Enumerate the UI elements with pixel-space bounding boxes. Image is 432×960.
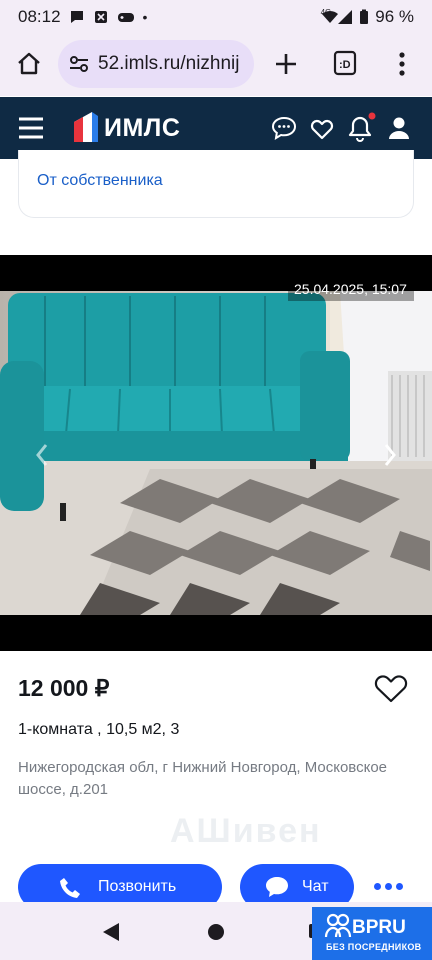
network-type: 4G xyxy=(320,7,332,17)
battery-icon xyxy=(360,9,369,24)
room-details: 1-комната , 10,5 м2, 3 xyxy=(18,721,180,738)
back-icon[interactable] xyxy=(102,922,120,942)
dot-icon xyxy=(385,882,392,890)
profile-user-icon[interactable] xyxy=(388,116,410,140)
watermark: АШивен xyxy=(170,812,322,850)
photo-date: 25.04.2025, 15:07 xyxy=(288,279,414,301)
owner-link[interactable]: От собственника xyxy=(37,172,163,190)
site-settings-icon[interactable] xyxy=(68,53,90,75)
bpru-title: BPRU xyxy=(352,917,406,938)
notifications-bell-icon[interactable] xyxy=(348,112,376,142)
logo-text[interactable]: ИМЛС xyxy=(104,114,180,143)
status-right: 4G 96 % xyxy=(321,7,414,27)
status-notification-icons: • xyxy=(69,9,148,25)
status-time: 08:12 xyxy=(18,7,61,26)
photo-gallery[interactable]: 25.04.2025, 15:07 xyxy=(0,255,432,651)
people-icon xyxy=(324,913,352,938)
url-text[interactable]: 52.imls.ru/nizhnij xyxy=(98,53,240,75)
more-menu-icon[interactable] xyxy=(398,51,406,77)
home-circle-icon[interactable] xyxy=(207,923,225,941)
signal-icon xyxy=(338,10,353,24)
gamepad-icon xyxy=(117,13,134,22)
sofa-photo-image xyxy=(0,291,432,615)
listing-photo[interactable] xyxy=(0,291,432,615)
seller-card: От собственника xyxy=(18,150,414,218)
app-icon xyxy=(94,11,107,23)
chat-bubble-icon xyxy=(70,11,83,23)
svg-text::D: :D xyxy=(339,59,351,71)
status-dot: • xyxy=(142,9,148,25)
browser-toolbar: 52.imls.ru/nizhnij :D xyxy=(0,34,432,96)
address-bar[interactable]: 52.imls.ru/nizhnij xyxy=(58,40,254,88)
status-bar: 08:12 • 4G 96 % xyxy=(0,0,432,34)
favorite-heart-icon[interactable] xyxy=(374,674,408,704)
dot-icon xyxy=(396,882,403,890)
bpru-badge[interactable]: BPRU БЕЗ ПОСРЕДНИКОВ xyxy=(312,907,432,960)
tab-switcher-icon[interactable]: :D xyxy=(333,50,357,76)
address: Нижегородская обл, г Нижний Новгород, Мо… xyxy=(18,759,388,798)
hamburger-menu-icon[interactable] xyxy=(18,117,44,139)
chat-bubble-icon xyxy=(266,877,288,897)
phone-icon xyxy=(60,878,80,898)
logo-icon[interactable] xyxy=(72,110,100,144)
price: 12 000 ₽ xyxy=(18,675,110,701)
new-tab-icon[interactable] xyxy=(274,52,298,76)
chat-button-label: Чат xyxy=(302,878,329,895)
bpru-subtitle: БЕЗ ПОСРЕДНИКОВ xyxy=(326,942,422,952)
more-actions-button[interactable] xyxy=(374,878,406,894)
dot-icon xyxy=(374,882,381,890)
favorites-heart-icon[interactable] xyxy=(310,118,334,140)
home-icon[interactable] xyxy=(16,51,42,77)
messages-icon[interactable] xyxy=(271,116,297,140)
call-button-label: Позвонить xyxy=(98,878,177,895)
battery-level: 96 % xyxy=(375,7,414,26)
